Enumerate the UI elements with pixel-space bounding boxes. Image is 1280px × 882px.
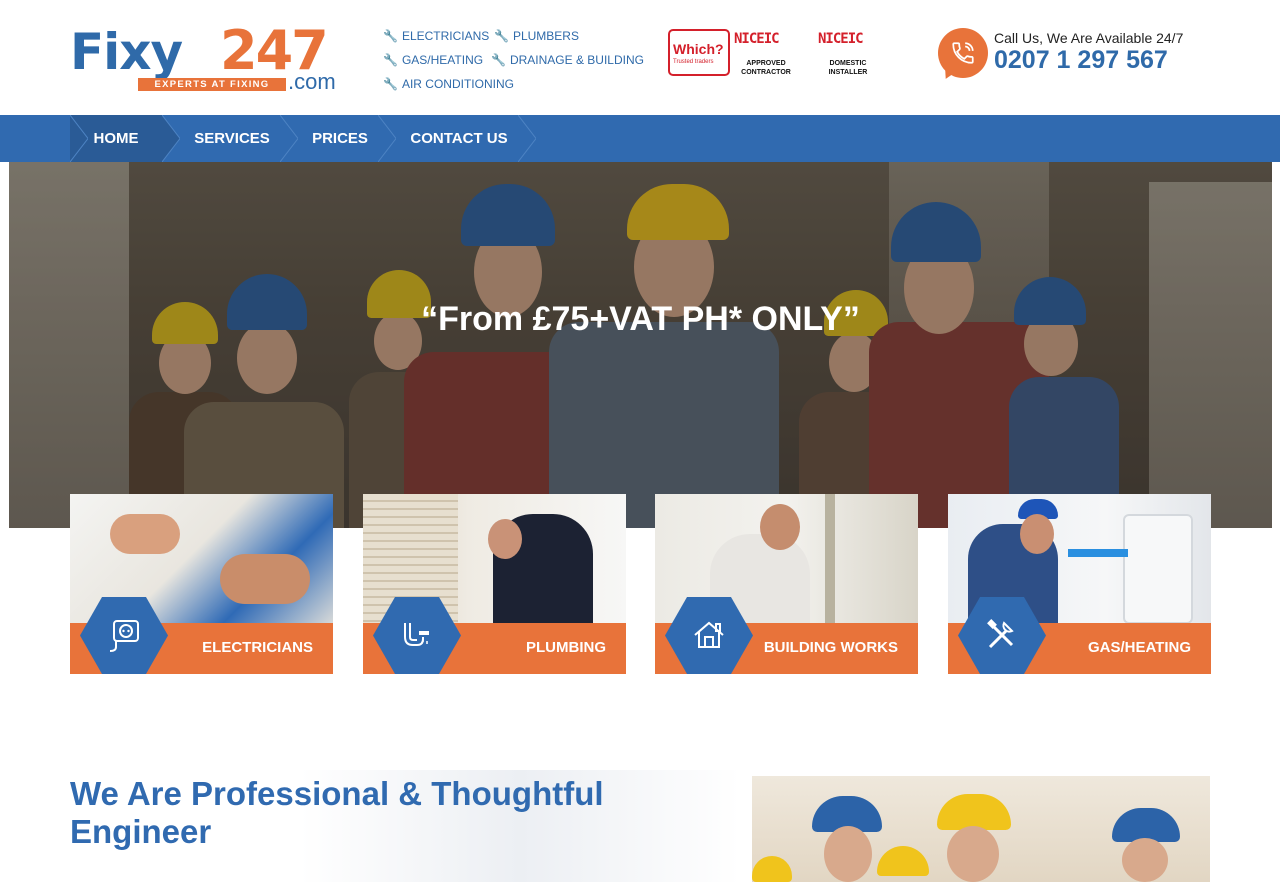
service-card-plumbing[interactable]: PLUMBING — [363, 494, 626, 674]
wrench-icon: 🔧 — [383, 53, 398, 67]
nav-separator — [280, 115, 298, 162]
niceic-domestic-caption: DOMESTIC INSTALLER — [828, 60, 868, 76]
niceic-logo-text: NICEIC — [818, 31, 864, 47]
call-label: Call Us, We Are Available 24/7 — [994, 30, 1184, 46]
service-card-electricians[interactable]: ELECTRICIANS — [70, 494, 333, 674]
nav-separator — [378, 115, 396, 162]
logo-suffix: .com — [288, 69, 336, 94]
header-link-label: AIR CONDITIONING — [401, 77, 514, 91]
niceic-approved-caption: APPROVED CONTRACTOR — [741, 60, 791, 76]
nav-separator — [518, 115, 536, 162]
phone-number[interactable]: 0207 1 297 567 — [994, 46, 1168, 75]
wrench-icon: 🔧 — [383, 77, 398, 91]
page: Fixy 247 EXPERTS AT FIXING .com 🔧 ELECTRI… — [0, 0, 1280, 882]
header-link-label: DRAINAGE & BUILDING — [509, 53, 644, 67]
header-link-label: GAS/HEATING — [401, 53, 484, 67]
service-label: PLUMBING — [526, 639, 606, 656]
about-title: We Are Professional & Thoughtful Enginee… — [70, 775, 604, 850]
wrench-icon: 🔧 — [494, 29, 509, 43]
which-subtitle: Trusted traders — [673, 59, 714, 65]
nav-services[interactable]: SERVICES — [180, 115, 284, 162]
header-link-drainage-building[interactable]: 🔧 DRAINAGE & BUILDING — [491, 52, 644, 68]
nav-separator — [162, 115, 180, 162]
header-link-plumbers[interactable]: 🔧 PLUMBERS — [494, 28, 579, 44]
service-label: ELECTRICIANS — [202, 639, 313, 656]
phone-icon — [938, 28, 988, 78]
header-link-label: PLUMBERS — [512, 29, 579, 43]
hero-overlay — [9, 162, 1272, 528]
service-card-building-works[interactable]: BUILDING WORKS — [655, 494, 918, 674]
about-photo — [752, 776, 1210, 882]
niceic-logo-text: NICEIC — [734, 31, 780, 47]
service-label: GAS/HEATING — [1087, 639, 1191, 656]
hero-banner: “From £75+VAT PH* ONLY” — [9, 162, 1272, 528]
call-us-block[interactable]: Call Us, We Are Available 24/7 0207 1 29… — [938, 28, 1238, 88]
service-card-gas-heating[interactable]: GAS/HEATING — [948, 494, 1211, 674]
site-header: Fixy 247 EXPERTS AT FIXING .com 🔧 ELECTRI… — [0, 0, 1280, 115]
wrench-icon: 🔧 — [383, 29, 398, 43]
niceic-approved-logo: NICEIC — [734, 31, 780, 47]
header-link-label: ELECTRICIANS — [401, 29, 490, 43]
which-trusted-traders-badge: Which? Trusted traders — [668, 29, 730, 76]
header-link-electricians[interactable]: 🔧 ELECTRICIANS — [383, 28, 489, 44]
nav-separator — [70, 115, 88, 162]
logo-tagline: EXPERTS AT FIXING — [138, 78, 286, 91]
niceic-domestic-logo: NICEIC — [818, 31, 864, 47]
which-title: Which? — [673, 41, 724, 57]
nav-prices[interactable]: PRICES — [298, 115, 382, 162]
service-label: BUILDING WORKS — [763, 639, 898, 656]
logo-name: Fixy — [70, 23, 183, 81]
wrench-icon: 🔧 — [491, 53, 506, 67]
header-link-gas-heating[interactable]: 🔧 GAS/HEATING — [383, 52, 483, 68]
main-navigation: HOME SERVICES PRICES CONTACT US — [0, 115, 1280, 162]
hero-headline: “From £75+VAT PH* ONLY” — [421, 300, 860, 338]
accreditation-badges: Which? Trusted traders NICEIC APPROVED C… — [668, 29, 913, 79]
header-link-air-conditioning[interactable]: 🔧 AIR CONDITIONING — [383, 76, 514, 92]
nav-contact-us[interactable]: CONTACT US — [396, 115, 522, 162]
site-logo[interactable]: Fixy 247 EXPERTS AT FIXING .com — [70, 22, 345, 94]
